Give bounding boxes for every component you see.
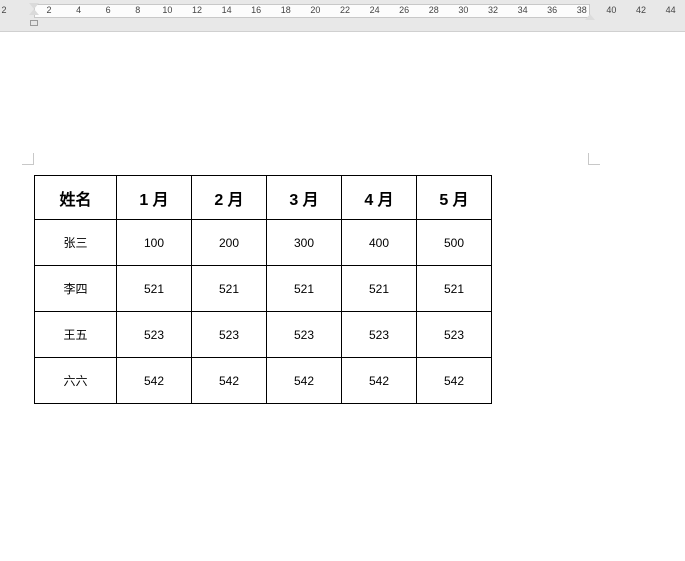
right-indent-marker[interactable]	[585, 14, 595, 20]
table-cell-value[interactable]: 100	[117, 220, 192, 266]
ruler-tick-label: 44	[666, 5, 676, 15]
table-row: 李四521521521521521	[35, 266, 492, 312]
ruler-tick-label: 8	[135, 5, 140, 15]
hanging-indent-marker[interactable]	[29, 9, 39, 15]
ruler-tick-label: 4	[76, 5, 81, 15]
table-cell-value[interactable]: 200	[192, 220, 267, 266]
ruler-tick-label: 12	[192, 5, 202, 15]
ruler-tick-label: 20	[310, 5, 320, 15]
table-cell-value[interactable]: 523	[192, 312, 267, 358]
margin-corner-top-left	[22, 153, 34, 165]
table-cell-value[interactable]: 523	[342, 312, 417, 358]
horizontal-ruler[interactable]: 2246810121416182022242628303234363840424…	[0, 0, 685, 32]
table-cell-value[interactable]: 542	[342, 358, 417, 404]
table-cell-name[interactable]: 李四	[35, 266, 117, 312]
data-table[interactable]: 姓名 1 月 2 月 3 月 4 月 5 月 张三100200300400500…	[34, 175, 492, 404]
table-row: 六六542542542542542	[35, 358, 492, 404]
table-cell-value[interactable]: 521	[192, 266, 267, 312]
mouse-cursor-icon: ↖	[619, 556, 636, 561]
ruler-tick-label: 22	[340, 5, 350, 15]
ruler-tick-label: 2	[46, 5, 51, 15]
table-cell-value[interactable]: 523	[117, 312, 192, 358]
ruler-tick-label: 14	[222, 5, 232, 15]
table-header-cell[interactable]: 3 月	[267, 176, 342, 220]
margin-corner-top-right	[588, 153, 600, 165]
ruler-tick-label: 18	[281, 5, 291, 15]
table-row: 张三100200300400500	[35, 220, 492, 266]
table-cell-value[interactable]: 542	[267, 358, 342, 404]
table-cell-value[interactable]: 542	[417, 358, 492, 404]
table-cell-value[interactable]: 300	[267, 220, 342, 266]
ruler-tick-label: 30	[458, 5, 468, 15]
table-header-row: 姓名 1 月 2 月 3 月 4 月 5 月	[35, 176, 492, 220]
table-header-cell[interactable]: 4 月	[342, 176, 417, 220]
table-cell-value[interactable]: 521	[117, 266, 192, 312]
ruler-tick-label: 24	[370, 5, 380, 15]
table-header-cell[interactable]: 2 月	[192, 176, 267, 220]
document-canvas[interactable]: 姓名 1 月 2 月 3 月 4 月 5 月 张三100200300400500…	[0, 32, 685, 561]
ruler-tick-label: 6	[106, 5, 111, 15]
ruler-tick-label: 16	[251, 5, 261, 15]
table-cell-value[interactable]: 521	[267, 266, 342, 312]
table-header-cell[interactable]: 5 月	[417, 176, 492, 220]
table-cell-name[interactable]: 王五	[35, 312, 117, 358]
ruler-tick-label: 40	[606, 5, 616, 15]
ruler-tick-label: 28	[429, 5, 439, 15]
table-cell-value[interactable]: 500	[417, 220, 492, 266]
table-cell-value[interactable]: 400	[342, 220, 417, 266]
table-cell-name[interactable]: 六六	[35, 358, 117, 404]
table-cell-value[interactable]: 523	[417, 312, 492, 358]
ruler-tick-label: 34	[518, 5, 528, 15]
ruler-tick-label: 26	[399, 5, 409, 15]
ruler-tick-label: 10	[162, 5, 172, 15]
ruler-tick-label: 32	[488, 5, 498, 15]
table-cell-value[interactable]: 521	[342, 266, 417, 312]
ruler-tick-label: 36	[547, 5, 557, 15]
table-row: 王五523523523523523	[35, 312, 492, 358]
ruler-tick-label: 42	[636, 5, 646, 15]
table-cell-value[interactable]: 521	[417, 266, 492, 312]
table-cell-value[interactable]: 542	[192, 358, 267, 404]
table-cell-value[interactable]: 542	[117, 358, 192, 404]
table-cell-value[interactable]: 523	[267, 312, 342, 358]
table-header-cell[interactable]: 姓名	[35, 176, 117, 220]
table-cell-name[interactable]: 张三	[35, 220, 117, 266]
ruler-tick-label: 2	[1, 5, 6, 15]
table-header-cell[interactable]: 1 月	[117, 176, 192, 220]
left-indent-marker[interactable]	[30, 20, 38, 26]
